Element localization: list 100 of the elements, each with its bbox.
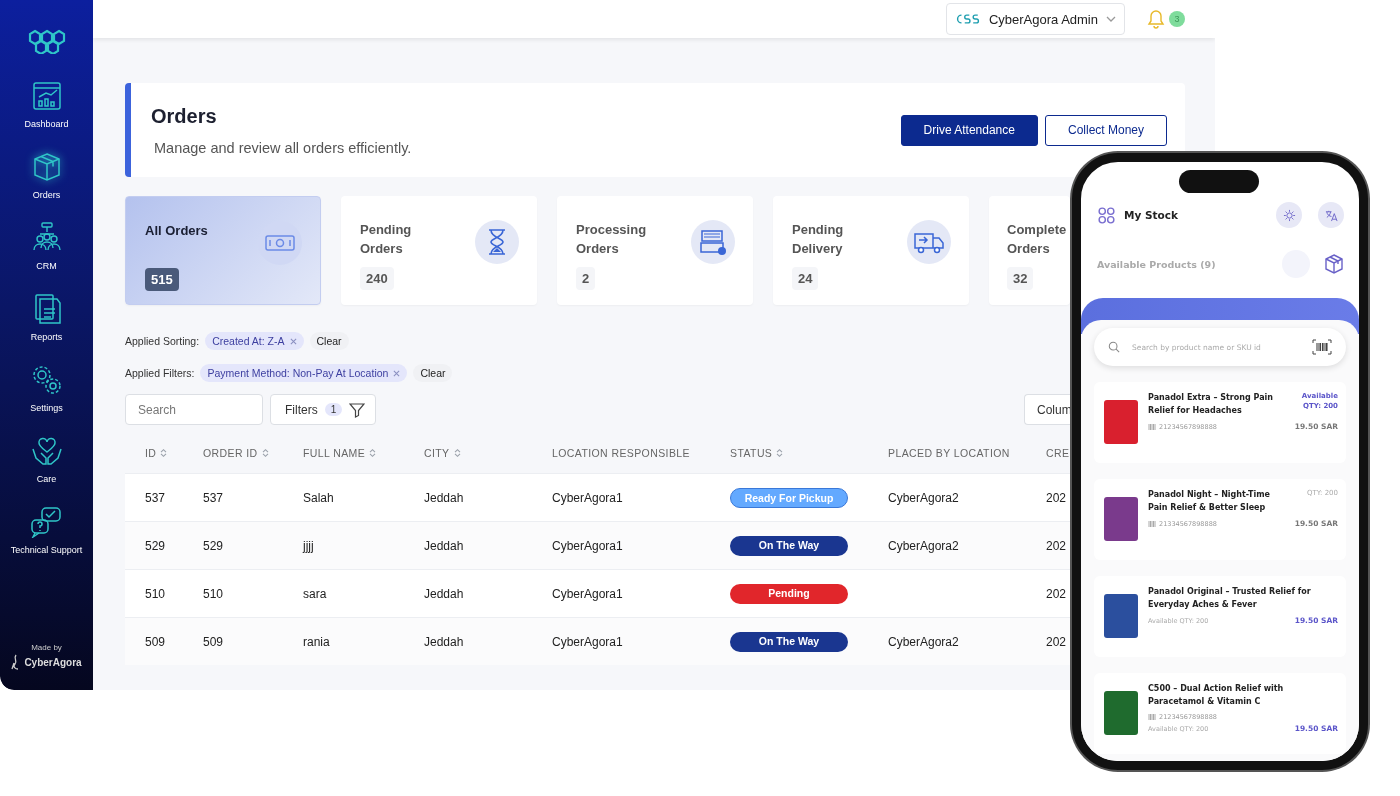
table-cell: CyberAgora2 (888, 490, 959, 505)
table-cell: 529 (203, 538, 224, 553)
hourglass-icon (475, 220, 519, 264)
barcode-icon (1148, 424, 1156, 430)
clear-button[interactable]: Clear (413, 364, 453, 382)
sort-icon[interactable] (776, 447, 784, 458)
column-header: ORDER ID (203, 446, 269, 459)
table-cell: 510 (145, 586, 166, 601)
stat-count: 2 (576, 267, 596, 290)
status-badge: On The Way (730, 631, 848, 652)
chart-icon (30, 80, 63, 112)
table-cell: sara (303, 586, 327, 601)
search-field[interactable]: Search (125, 394, 263, 425)
table-cell: Jeddah (424, 538, 464, 553)
sidebar-item[interactable]: Technical Support (10, 506, 83, 577)
product-name: Panadol Original – Trusted Relief for Everyday Aches & Fever (1148, 586, 1312, 611)
filter-count: 1 (324, 403, 343, 416)
available-products-label: Available Products (9) (1097, 258, 1217, 270)
barcode-icon (1148, 714, 1156, 720)
hands-heart-icon (30, 435, 63, 467)
stat-count: 240 (360, 267, 394, 290)
chat-support-icon (30, 506, 63, 538)
grid-icon[interactable] (1098, 206, 1115, 224)
logo-icon (954, 12, 981, 26)
stat-label: Complete Orders (1007, 221, 1068, 258)
app-title: My Stock (1124, 209, 1179, 221)
sidebar-item[interactable]: Dashboard (24, 80, 69, 151)
sort-icon[interactable] (453, 447, 461, 458)
sidebar-item[interactable]: Reports (30, 293, 63, 364)
stat-card[interactable]: Pending Orders 240 (341, 196, 537, 305)
table-cell: 202 (1046, 634, 1067, 649)
stat-label: Pending Orders (360, 221, 413, 258)
sidebar-item[interactable]: CRM (30, 222, 63, 293)
table-cell: CyberAgora2 (888, 634, 959, 649)
column-header: ID (145, 446, 168, 459)
sort-icon[interactable] (369, 447, 377, 458)
table-cell: jjjj (303, 538, 314, 553)
table-cell: Jeddah (424, 634, 464, 649)
remove-icon[interactable] (393, 369, 401, 377)
sorting-chip-text: Created At: Z-A (212, 335, 285, 347)
stat-label: Processing Orders (576, 221, 648, 258)
box-icon[interactable] (1324, 254, 1344, 274)
column-header: PLACED BY LOCATION (888, 446, 1010, 459)
table-cell: 202 (1046, 538, 1067, 553)
stat-card[interactable]: Processing Orders 2 (557, 196, 753, 305)
table-cell: 529 (145, 538, 166, 553)
column-header: FULL NAME (303, 446, 377, 459)
filters-button[interactable]: Filters 1 (270, 394, 377, 425)
language-button[interactable] (1318, 202, 1344, 228)
remove-icon[interactable] (289, 337, 297, 345)
sidebar-item[interactable]: Care (30, 435, 63, 506)
table-cell: 202 (1046, 586, 1067, 601)
table-cell: Jeddah (424, 586, 464, 601)
cash-register-icon (691, 220, 735, 264)
filter-icon (349, 401, 366, 418)
table-cell: 509 (145, 634, 166, 649)
column-header: STATUS (730, 446, 784, 459)
page-title: Orders (151, 104, 218, 128)
collect-money-button[interactable]: Collect Money (1044, 114, 1167, 146)
stat-label: All Orders (145, 222, 209, 240)
sidebar-item[interactable]: Settings (30, 364, 63, 435)
filter-chip-text: Payment Method: Non-Pay At Location (207, 367, 389, 379)
status-badge: On The Way (730, 535, 848, 556)
table-cell: 202 (1046, 490, 1067, 505)
page-subtitle: Manage and review all orders efficiently. (154, 139, 413, 156)
stat-count: 515 (145, 268, 179, 291)
theme-button[interactable] (1276, 202, 1302, 228)
table-cell: 509 (203, 634, 224, 649)
stat-card[interactable]: Pending Delivery 24 (773, 196, 969, 305)
sort-icon[interactable] (261, 447, 269, 458)
account-dropdown[interactable]: CyberAgora Admin (945, 3, 1125, 35)
chevron-down-icon (1106, 16, 1116, 22)
account-name: CyberAgora Admin (988, 11, 1098, 27)
search-icon (1108, 341, 1120, 353)
column-header: LOCATION RESPONSIBLE (552, 446, 690, 459)
stat-count: 24 (792, 267, 819, 290)
table-cell: CyberAgora2 (888, 538, 959, 553)
truck-icon (907, 220, 951, 264)
sidebar-item[interactable]: Orders (30, 151, 63, 222)
product-name: Panadol Extra – Strong Pain Relief for Headaches (1148, 392, 1274, 417)
stat-label: Pending Delivery (792, 221, 845, 258)
stat-card[interactable]: Complete Orders 32 (989, 196, 1070, 305)
clear-button[interactable]: Clear (309, 332, 349, 350)
table-cell: CyberAgora1 (552, 586, 623, 601)
table-cell: 537 (145, 490, 166, 505)
sort-icon[interactable] (160, 447, 168, 458)
gears-icon (30, 364, 63, 396)
bell-icon[interactable] (1147, 9, 1165, 29)
table-cell: 537 (203, 490, 224, 505)
translate-icon (1324, 208, 1338, 222)
product-name: C500 – Dual Action Relief with Paracetamol & Vitamin C (1148, 683, 1285, 708)
barcode-scanner-icon[interactable] (1312, 339, 1332, 355)
logo-icon[interactable] (26, 28, 67, 54)
table-cell: CyberAgora1 (552, 490, 623, 505)
column-header: CRE (1046, 446, 1070, 459)
stat-card[interactable]: All Orders 515 (125, 196, 321, 305)
table-cell: CyberAgora1 (552, 634, 623, 649)
sun-icon (1282, 208, 1296, 222)
sorting-label: Applied Sorting: (125, 335, 200, 347)
drive-attendance-button[interactable]: Drive Attendance (900, 114, 1038, 146)
